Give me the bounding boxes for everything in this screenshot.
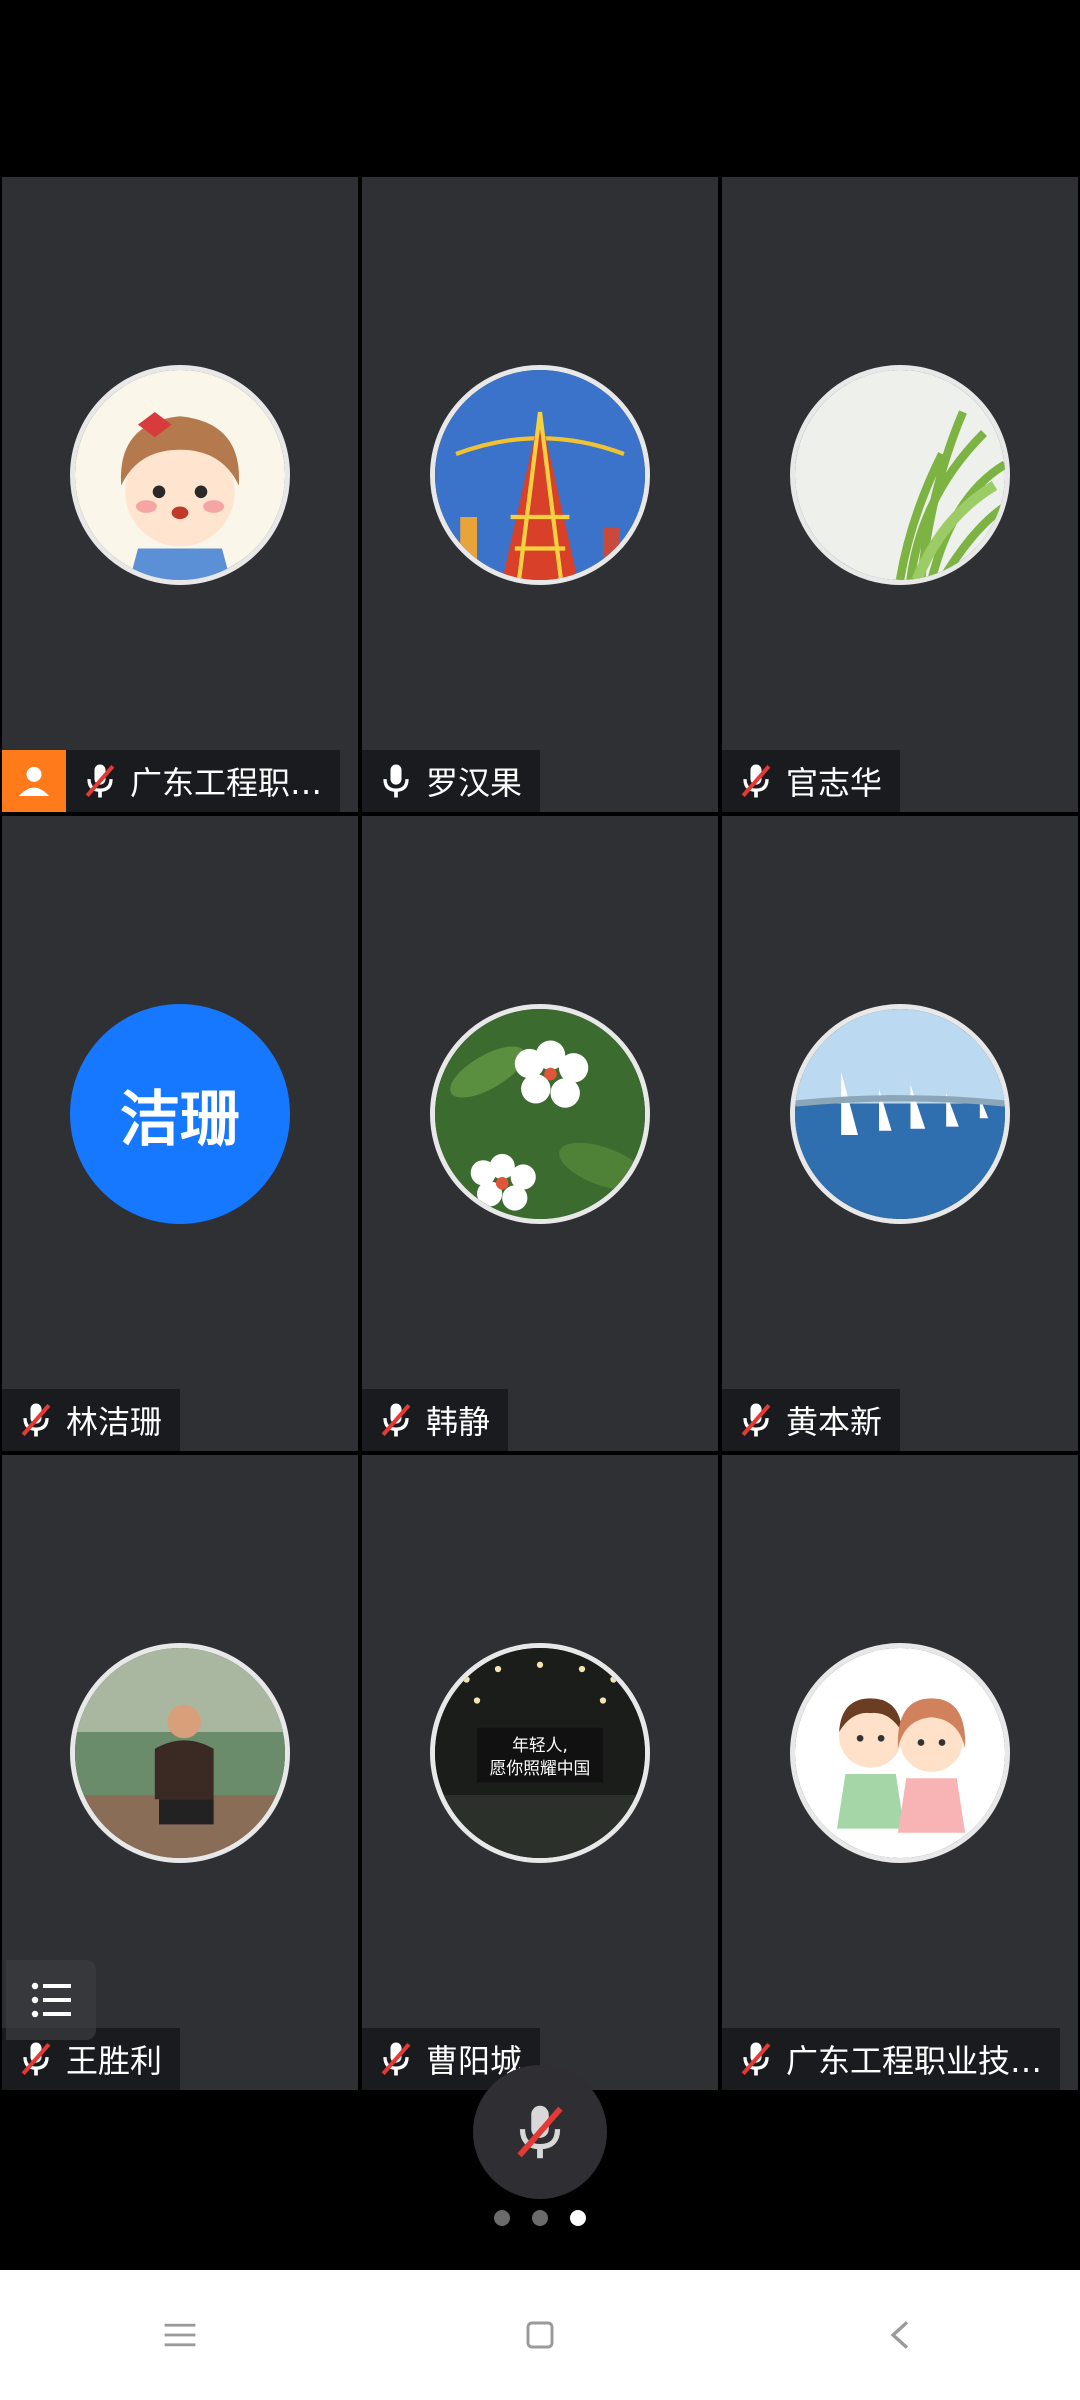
cartoon-girl-avatar (70, 365, 290, 585)
mic-icon (383, 764, 409, 798)
participant-label: 官志华 (722, 750, 901, 812)
back-button[interactable] (840, 2275, 960, 2395)
participant-tile[interactable]: 年轻人, 愿你照耀中国 曹阳城 (360, 1453, 720, 2092)
participant-label: 广东工程职… (2, 750, 341, 812)
back-chevron-icon (890, 2321, 909, 2349)
participant-name: 罗汉果 (426, 764, 523, 802)
mic-muted-icon (381, 2042, 411, 2076)
mic-muted-icon (741, 764, 771, 798)
white-flowers-avatar (430, 1004, 650, 1224)
participant-name: 林洁珊 (66, 1403, 163, 1441)
mic-muted-icon (741, 2042, 771, 2076)
participant-label: 韩静 (362, 1389, 509, 1451)
participant-tile[interactable]: 罗汉果 (360, 175, 720, 814)
participant-list-button[interactable] (6, 1960, 96, 2040)
mic-muted-icon (21, 2042, 51, 2076)
mic-muted-icon (85, 764, 115, 798)
participant-label: 广东工程职业技… (722, 2028, 1061, 2090)
system-navigation-bar (0, 2270, 1080, 2400)
home-square-icon (526, 2321, 554, 2349)
page-dot[interactable] (532, 2210, 548, 2226)
tower-painting-avatar (430, 365, 650, 585)
participant-name: 广东工程职业技… (786, 2042, 1043, 2080)
participant-name: 官志华 (786, 764, 883, 802)
page-indicator (0, 2210, 1080, 2226)
participant-tile[interactable]: 韩静 (360, 814, 720, 1453)
participant-list-icon (31, 1982, 71, 2018)
mic-muted-icon (741, 1403, 771, 1437)
mic-muted-icon (381, 1403, 411, 1437)
participant-tile[interactable]: 广东工程职… (0, 175, 360, 814)
participant-tile[interactable]: 官志华 (720, 175, 1080, 814)
mic-muted-icon (517, 2105, 563, 2159)
page-dot-active[interactable] (570, 2210, 586, 2226)
svg-text:愿你照耀中国: 愿你照耀中国 (490, 1758, 591, 1778)
page-dot[interactable] (494, 2210, 510, 2226)
man-photo-avatar (70, 1643, 290, 1863)
menu-button[interactable] (120, 2275, 240, 2395)
participant-tile[interactable]: 广东工程职业技… (720, 1453, 1080, 2092)
host-icon (2, 750, 66, 812)
participant-tile[interactable]: 洁珊 林洁珊 (0, 814, 360, 1453)
participant-label: 林洁珊 (2, 1389, 181, 1451)
home-button[interactable] (480, 2275, 600, 2395)
participant-name: 黄本新 (786, 1403, 883, 1441)
participant-name: 王胜利 (66, 2042, 163, 2080)
participant-label: 罗汉果 (362, 750, 541, 812)
participant-grid: 广东工程职… 罗汉果 官志华 洁珊 林洁珊 韩静 黄本新 王胜利 年轻人, 愿你… (0, 175, 1080, 2092)
mic-muted-icon (21, 1403, 51, 1437)
grass-avatar (790, 365, 1010, 585)
svg-text:年轻人,: 年轻人, (512, 1735, 568, 1755)
participant-name: 广东工程职… (130, 764, 323, 802)
menu-icon (164, 2323, 196, 2347)
cartoon-couple-avatar (790, 1643, 1010, 1863)
participant-name: 韩静 (426, 1403, 491, 1441)
text-avatar: 洁珊 (70, 1004, 290, 1224)
stage-photo-avatar: 年轻人, 愿你照耀中国 (430, 1643, 650, 1863)
toggle-mic-button[interactable] (473, 2065, 607, 2199)
participant-tile[interactable]: 黄本新 (720, 814, 1080, 1453)
sailboats-avatar (790, 1004, 1010, 1224)
participant-label: 黄本新 (722, 1389, 901, 1451)
status-area (0, 0, 1080, 175)
